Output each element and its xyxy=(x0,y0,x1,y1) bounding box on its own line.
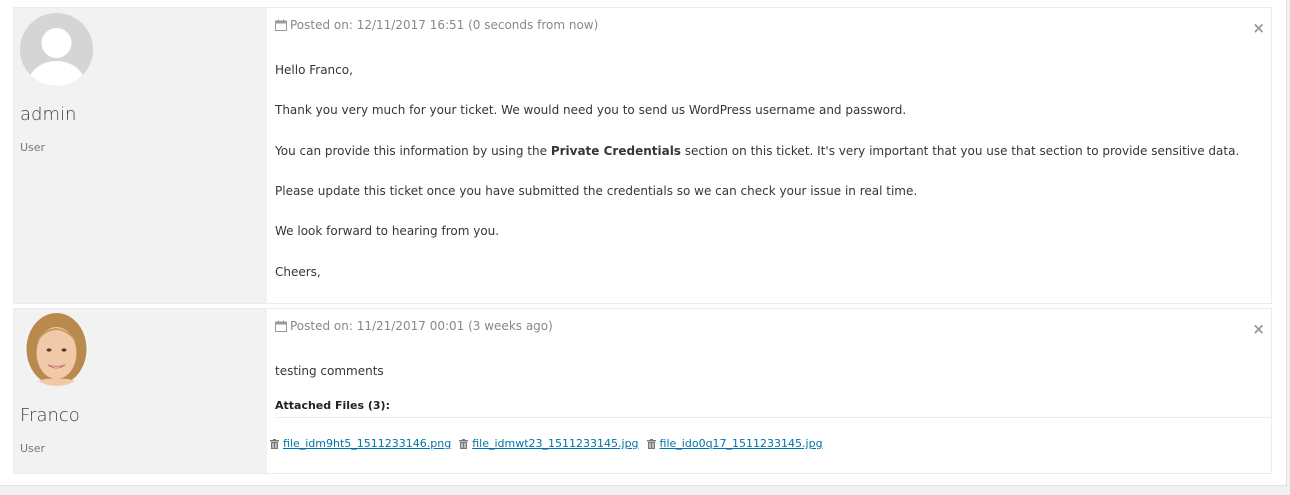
default-user-avatar-icon xyxy=(20,13,93,86)
file-link[interactable]: file_ido0q17_1511233145.jpg xyxy=(660,437,823,450)
comment-paragraph: You can provide this information by usin… xyxy=(275,144,1239,158)
attached-files-list: file_idm9ht5_1511233146.png file_idmwt23… xyxy=(270,437,831,450)
delete-comment-button[interactable]: × xyxy=(1252,21,1265,36)
private-credentials-emphasis: Private Credentials xyxy=(550,144,681,158)
paragraph-text: section on this ticket. It's very import… xyxy=(680,144,1240,158)
comment-item: admin User Posted on: 12/11/2017 16:51 (… xyxy=(13,7,1272,304)
attached-file: file_idm9ht5_1511233146.png xyxy=(270,437,451,450)
comment-paragraph: We look forward to hearing from you. xyxy=(275,224,500,238)
comment-text: testing comments xyxy=(275,364,384,378)
attached-files-label: Attached Files (3): xyxy=(275,399,390,412)
posted-text: Posted on: 11/21/2017 00:01 (3 weeks ago… xyxy=(290,319,553,333)
comment-paragraph: Please update this ticket once you have … xyxy=(275,184,918,198)
comment-signoff: Cheers, xyxy=(275,265,321,279)
comment-greeting: Hello Franco, xyxy=(275,63,353,77)
comment-author-panel: Franco User xyxy=(14,309,267,473)
posted-date: Posted on: 11/21/2017 00:01 (3 weeks ago… xyxy=(275,319,553,333)
file-link[interactable]: file_idmwt23_1511233145.jpg xyxy=(472,437,638,450)
comment-author-panel: admin User xyxy=(14,8,267,303)
divider xyxy=(275,417,1271,418)
comment-body: Posted on: 11/21/2017 00:01 (3 weeks ago… xyxy=(270,309,1271,473)
comment-paragraph: Thank you very much for your ticket. We … xyxy=(275,103,907,117)
posted-date: Posted on: 12/11/2017 16:51 (0 seconds f… xyxy=(275,18,598,32)
author-name: admin xyxy=(20,104,77,125)
file-link[interactable]: file_idm9ht5_1511233146.png xyxy=(283,437,451,450)
comment-body: Posted on: 12/11/2017 16:51 (0 seconds f… xyxy=(275,8,1271,303)
paragraph-text: You can provide this information by usin… xyxy=(275,144,551,158)
trash-icon[interactable] xyxy=(270,438,279,449)
delete-comment-button[interactable]: × xyxy=(1252,322,1265,337)
posted-text: Posted on: 12/11/2017 16:51 (0 seconds f… xyxy=(290,18,599,32)
trash-icon[interactable] xyxy=(646,438,656,449)
author-role: User xyxy=(20,141,46,154)
ticket-comments-panel: admin User Posted on: 12/11/2017 16:51 (… xyxy=(0,0,1287,486)
calendar-icon xyxy=(275,19,287,31)
user-photo-avatar xyxy=(20,313,93,386)
comment-item: Franco User Posted on: 11/21/2017 00:01 … xyxy=(13,308,1272,474)
attached-file: file_ido0q17_1511233145.jpg xyxy=(646,437,823,450)
author-name: Franco xyxy=(20,405,80,426)
attached-file: file_idmwt23_1511233145.jpg xyxy=(459,437,639,450)
calendar-icon xyxy=(275,320,287,332)
trash-icon[interactable] xyxy=(459,438,469,449)
author-role: User xyxy=(20,442,46,455)
